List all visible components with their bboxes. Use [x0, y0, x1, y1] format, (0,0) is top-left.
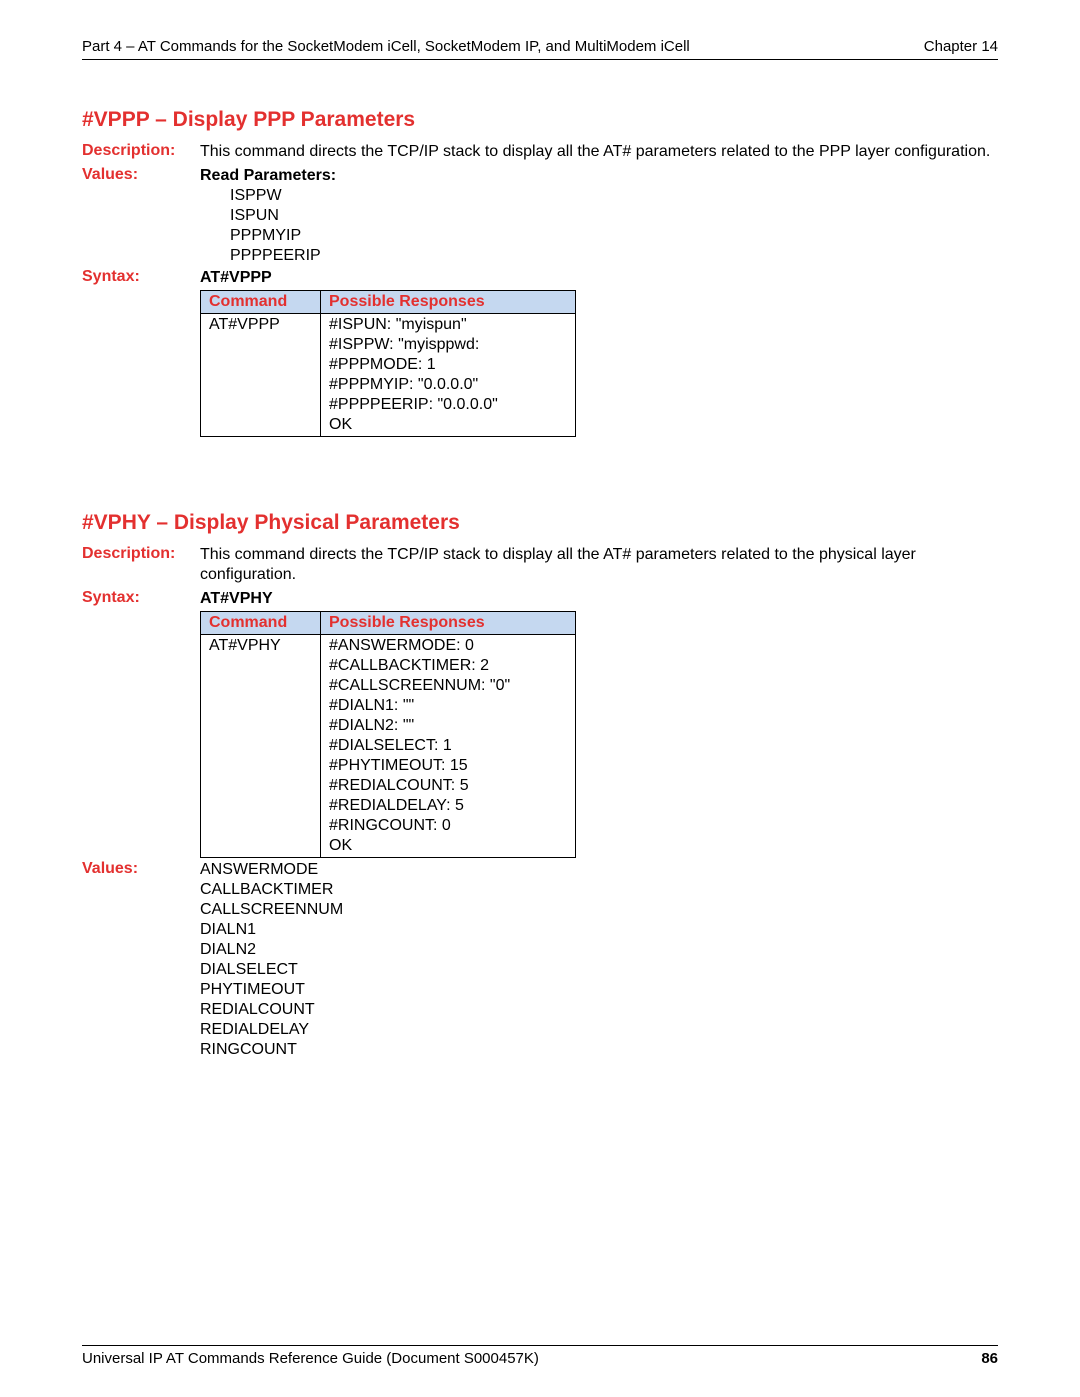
vppp-description: This command directs the TCP/IP stack to… — [200, 142, 998, 162]
vphy-syntax: AT#VPHY — [200, 589, 998, 609]
vppp-values-list: ISPPW ISPUN PPPMYIP PPPPEERIP — [200, 186, 998, 266]
vppp-table-cmd: AT#VPPP — [201, 314, 321, 437]
table-header-responses: Possible Responses — [321, 612, 576, 635]
vppp-table-responses: #ISPUN: "myispun" #ISPPW: "myisppwd: #PP… — [321, 314, 576, 437]
response-line: OK — [329, 836, 569, 856]
vphy-values-item: DIALSELECT — [200, 960, 998, 980]
vppp-values-item: PPPMYIP — [230, 226, 998, 246]
vppp-response-table: Command Possible Responses AT#VPPP #ISPU… — [200, 290, 576, 437]
section-vppp: #VPPP – Display PPP Parameters Descripti… — [82, 108, 998, 437]
vphy-syntax-label: Syntax: — [82, 589, 200, 607]
vppp-syntax-label: Syntax: — [82, 268, 200, 286]
response-line: #DIALN2: "" — [329, 716, 569, 736]
response-line: OK — [329, 415, 569, 435]
response-line: #PPPMYIP: "0.0.0.0" — [329, 375, 569, 395]
response-line: #ISPPW: "myisppwd: — [329, 335, 569, 355]
section-vphy: #VPHY – Display Physical Parameters Desc… — [82, 511, 998, 1060]
response-line: #CALLBACKTIMER: 2 — [329, 656, 569, 676]
vphy-description-label: Description: — [82, 545, 200, 563]
response-line: #PHYTIMEOUT: 15 — [329, 756, 569, 776]
vphy-values-item: DIALN1 — [200, 920, 998, 940]
table-header-command: Command — [201, 612, 321, 635]
page-header: Part 4 – AT Commands for the SocketModem… — [82, 38, 998, 60]
vppp-values-heading: Read Parameters: — [200, 166, 998, 186]
vphy-table-responses: #ANSWERMODE: 0 #CALLBACKTIMER: 2 #CALLSC… — [321, 635, 576, 858]
page-footer: Universal IP AT Commands Reference Guide… — [82, 1345, 998, 1367]
vphy-values-item: RINGCOUNT — [200, 1040, 998, 1060]
header-right: Chapter 14 — [924, 38, 998, 55]
vppp-description-label: Description: — [82, 142, 200, 160]
vppp-syntax: AT#VPPP — [200, 268, 998, 288]
table-header-responses: Possible Responses — [321, 291, 576, 314]
vppp-title: #VPPP – Display PPP Parameters — [82, 108, 998, 132]
response-line: #DIALSELECT: 1 — [329, 736, 569, 756]
vphy-values-item: DIALN2 — [200, 940, 998, 960]
document-page: Part 4 – AT Commands for the SocketModem… — [0, 0, 1080, 1060]
vphy-values-item: CALLSCREENNUM — [200, 900, 998, 920]
page-number: 86 — [981, 1350, 998, 1367]
vphy-values-item: CALLBACKTIMER — [200, 880, 998, 900]
vphy-values-list: ANSWERMODE CALLBACKTIMER CALLSCREENNUM D… — [200, 860, 998, 1060]
header-left: Part 4 – AT Commands for the SocketModem… — [82, 38, 690, 55]
vphy-values-item: REDIALDELAY — [200, 1020, 998, 1040]
vppp-values-item: ISPPW — [230, 186, 998, 206]
vphy-response-table: Command Possible Responses AT#VPHY #ANSW… — [200, 611, 576, 858]
response-line: #PPPMODE: 1 — [329, 355, 569, 375]
vppp-values-item: ISPUN — [230, 206, 998, 226]
response-line: #CALLSCREENNUM: "0" — [329, 676, 569, 696]
footer-left: Universal IP AT Commands Reference Guide… — [82, 1350, 539, 1367]
vppp-values-label: Values: — [82, 166, 200, 184]
response-line: #REDIALDELAY: 5 — [329, 796, 569, 816]
vphy-values-item: REDIALCOUNT — [200, 1000, 998, 1020]
response-line: #RINGCOUNT: 0 — [329, 816, 569, 836]
table-header-command: Command — [201, 291, 321, 314]
response-line: #DIALN1: "" — [329, 696, 569, 716]
response-line: #PPPPEERIP: "0.0.0.0" — [329, 395, 569, 415]
vppp-values-item: PPPPEERIP — [230, 246, 998, 266]
vphy-table-cmd: AT#VPHY — [201, 635, 321, 858]
response-line: #ANSWERMODE: 0 — [329, 636, 569, 656]
response-line: #REDIALCOUNT: 5 — [329, 776, 569, 796]
vphy-values-item: PHYTIMEOUT — [200, 980, 998, 1000]
vphy-title: #VPHY – Display Physical Parameters — [82, 511, 998, 535]
vphy-values-label: Values: — [82, 860, 200, 878]
response-line: #ISPUN: "myispun" — [329, 315, 569, 335]
vphy-values-item: ANSWERMODE — [200, 860, 998, 880]
vphy-description: This command directs the TCP/IP stack to… — [200, 545, 998, 585]
